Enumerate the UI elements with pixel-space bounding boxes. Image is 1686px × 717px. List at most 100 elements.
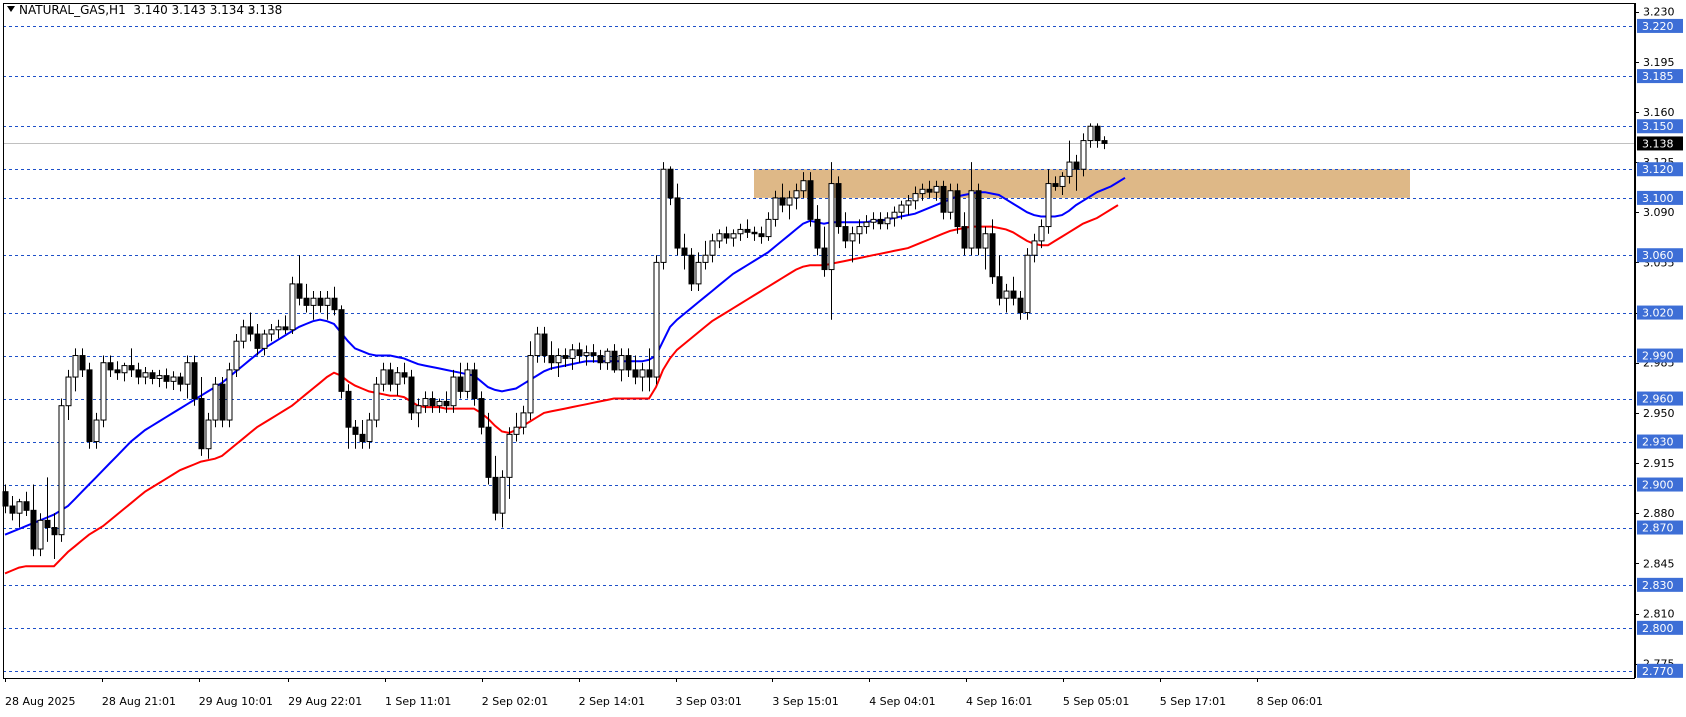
level-label: 2.830 <box>1642 579 1674 592</box>
candle-bull <box>58 405 65 536</box>
level-label: 3.150 <box>1642 120 1674 133</box>
level-label: 3.185 <box>1642 70 1674 83</box>
candle-bear <box>471 369 478 400</box>
candle-bull <box>982 233 989 249</box>
ohlc-values: 3.140 3.143 3.134 3.138 <box>133 3 283 17</box>
candle-bear <box>23 501 30 511</box>
candle-bull <box>100 362 107 421</box>
price-chart[interactable]: 3.2303.1953.1603.1253.0903.0553.0202.985… <box>0 0 1686 713</box>
price-tick-label: 2.810 <box>1643 608 1675 621</box>
candle-bear <box>996 276 1003 299</box>
candle-bull <box>1024 254 1031 314</box>
chevron-down-icon[interactable] <box>7 6 15 12</box>
candle-bear <box>954 190 961 228</box>
candle-bull <box>863 221 870 228</box>
candle-bear <box>345 390 352 428</box>
level-label: 2.960 <box>1642 393 1674 406</box>
price-tick-label: 2.880 <box>1643 507 1675 520</box>
candle-bear <box>744 228 751 233</box>
candle-bear <box>254 333 261 349</box>
price-tick-label: 2.845 <box>1643 557 1675 570</box>
candle-bear <box>478 398 485 428</box>
candle-bear <box>597 355 604 364</box>
candle-bear <box>114 369 121 374</box>
candle-bull <box>527 355 534 414</box>
time-tick-label: 29 Aug 10:01 <box>199 695 273 708</box>
candle-bull <box>947 190 954 213</box>
candle-bull <box>772 197 779 220</box>
time-tick-label: 3 Sep 15:01 <box>772 695 838 708</box>
candle-bull <box>499 476 506 514</box>
price-tick-label: 3.195 <box>1643 56 1675 69</box>
candle-bull <box>1059 175 1066 187</box>
candle-bull <box>716 233 723 242</box>
candle-bull <box>310 297 317 306</box>
candle-bull <box>639 369 646 378</box>
candle-bull <box>422 398 429 407</box>
candle-bear <box>1101 140 1108 144</box>
candle-bear <box>457 376 464 392</box>
candle-bull <box>870 218 877 223</box>
candle-bear <box>807 180 814 220</box>
candle-bull <box>730 233 737 239</box>
candle-bull <box>205 419 212 450</box>
candle-bear <box>723 233 730 239</box>
candle-bull <box>93 419 100 443</box>
candle-bull <box>695 261 702 285</box>
level-label: 3.020 <box>1642 307 1674 320</box>
level-label: 2.800 <box>1642 622 1674 635</box>
candle-bear <box>681 247 688 256</box>
candle-bear <box>611 350 618 371</box>
current-price-label: 3.138 <box>1642 137 1674 150</box>
candle-bull <box>891 211 898 219</box>
candle-bull <box>268 329 275 335</box>
candle-bull <box>765 218 772 238</box>
candle-bull <box>1080 140 1087 170</box>
candle-bull <box>793 190 800 199</box>
candle-bull <box>660 168 667 263</box>
price-tick-label: 3.090 <box>1643 206 1675 219</box>
candle-bull <box>261 333 268 349</box>
candle-bull <box>450 376 457 407</box>
candle-bull <box>1003 290 1010 299</box>
candle-bull <box>534 333 541 357</box>
candle-bull <box>884 217 891 225</box>
candle-bull <box>415 405 422 414</box>
candle-bear <box>387 369 394 385</box>
candle-bear <box>1052 183 1059 187</box>
candle-bull <box>156 375 163 379</box>
candle-bull <box>289 283 296 331</box>
candle-bear <box>44 519 51 529</box>
candle-bull <box>968 190 975 249</box>
symbol-name: NATURAL_GAS,H1 <box>19 3 126 17</box>
candle-bear <box>163 375 170 382</box>
candle-bear <box>177 376 184 385</box>
candle-bull <box>583 352 590 357</box>
candle-bear <box>429 398 436 407</box>
chart-root[interactable]: 3.2303.1953.1603.1253.0903.0553.0202.985… <box>0 0 1686 713</box>
candle-bull <box>16 501 23 514</box>
candle-bull <box>1031 240 1038 256</box>
candle-bear <box>842 226 849 242</box>
candle-bull <box>394 372 401 385</box>
candle-bear <box>674 197 681 249</box>
candle-bull <box>170 376 177 382</box>
candle-bear <box>548 355 555 364</box>
candle-bear <box>408 376 415 414</box>
candle-bull <box>1045 183 1052 228</box>
candle-bear <box>835 183 842 228</box>
candle-bear <box>401 372 408 378</box>
candle-bull <box>849 233 856 242</box>
candle-bear <box>562 355 569 359</box>
level-label: 2.930 <box>1642 436 1674 449</box>
candle-bull <box>618 355 625 371</box>
candle-bull <box>856 226 863 235</box>
candle-bear <box>296 283 303 299</box>
candle-bull <box>464 369 471 392</box>
time-tick-label: 2 Sep 14:01 <box>579 695 645 708</box>
candle-bear <box>961 226 968 249</box>
time-tick-label: 29 Aug 22:01 <box>288 695 362 708</box>
price-tick-label: 2.915 <box>1643 457 1675 470</box>
candle-bear <box>9 505 16 514</box>
candle-bear <box>135 369 142 378</box>
